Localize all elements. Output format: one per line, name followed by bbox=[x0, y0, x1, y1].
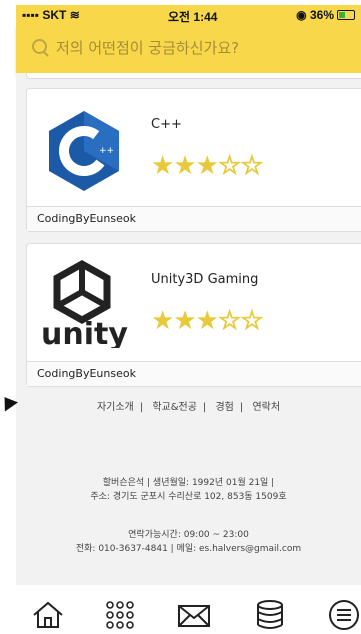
star-filled-icon: ★ bbox=[195, 151, 219, 181]
star-filled-icon: ★ bbox=[173, 306, 196, 336]
card-footer: CodingByEunseok bbox=[27, 206, 361, 231]
card-title: Unity3D Gaming bbox=[151, 272, 259, 287]
battery-icon bbox=[337, 10, 355, 20]
star-filled-icon: ★ bbox=[151, 306, 174, 336]
bottom-tab-bar bbox=[0, 595, 361, 634]
rating-stars: ★★★☆☆ bbox=[151, 306, 264, 337]
star-empty-icon: ☆ bbox=[217, 151, 241, 182]
contact-line: 연락가능시간: 09:00 ~ 23:00 bbox=[128, 530, 249, 540]
carrier-label: ▪▪▪▪ SKT ≋ bbox=[22, 8, 80, 22]
menu-icon[interactable] bbox=[326, 599, 361, 631]
rotation-lock-icon: ◉ bbox=[296, 8, 310, 22]
status-bar: ▪▪▪▪ SKT ≋ 오전 1:44 ◉ 36% bbox=[16, 5, 361, 25]
unity-logo: unity bbox=[41, 259, 128, 348]
card-footer: CodingByEunseok bbox=[27, 361, 361, 386]
skill-card-unity[interactable]: unity Unity3D Gaming ★★★☆☆ CodingByEunse… bbox=[26, 243, 361, 387]
star-empty-icon: ☆ bbox=[240, 151, 264, 182]
search-input[interactable] bbox=[54, 34, 348, 62]
svg-text:++: ++ bbox=[99, 146, 114, 156]
info-line: 주소: 경기도 군포시 수리산로 102, 853동 1509호 bbox=[90, 492, 287, 502]
cpp-logo: ++ bbox=[49, 111, 119, 191]
wifi-icon: ≋ bbox=[69, 8, 80, 22]
clock: 오전 1:44 bbox=[168, 10, 218, 24]
skill-card-cpp[interactable]: ++ C++ ★★★☆☆ CodingByEunseok bbox=[26, 88, 361, 232]
info-line: 할버슨은석 | 생년월일: 1992년 01월 21일 | bbox=[102, 478, 275, 488]
star-filled-icon: ★ bbox=[195, 306, 219, 336]
star-empty-icon: ☆ bbox=[217, 306, 241, 337]
content-list[interactable]: ++ C++ ★★★☆☆ CodingByEunseok unity Unity… bbox=[16, 73, 361, 415]
contact-line: 전화: 010-3637-4841 | 메일: es.halvers@gmail… bbox=[75, 544, 302, 554]
apps-grid-icon[interactable] bbox=[102, 599, 138, 631]
rating-stars: ★★★☆☆ bbox=[151, 151, 264, 182]
card-author: CodingByEunseok bbox=[37, 367, 136, 380]
profile-info: 할버슨은석 | 생년월일: 1992년 01월 21일 | 주소: 경기도 군포… bbox=[16, 476, 361, 504]
card-title: C++ bbox=[151, 117, 182, 132]
star-filled-icon: ★ bbox=[173, 151, 196, 181]
star-filled-icon: ★ bbox=[151, 151, 174, 181]
star-empty-icon: ☆ bbox=[240, 306, 264, 337]
partial-card[interactable] bbox=[26, 73, 361, 79]
mail-icon[interactable] bbox=[176, 599, 212, 631]
card-author: CodingByEunseok bbox=[37, 212, 136, 225]
unity-wordmark: unity bbox=[41, 317, 128, 348]
search-icon bbox=[32, 39, 47, 54]
database-icon[interactable] bbox=[252, 599, 288, 631]
footer-link-school[interactable]: 학교&전공 bbox=[152, 402, 197, 413]
signal-icon: ▪▪▪▪ bbox=[22, 8, 43, 22]
footer-link-experience[interactable]: 경험 bbox=[215, 402, 233, 413]
footer-link-contact[interactable]: 연락처 bbox=[252, 402, 280, 413]
footer-link-about[interactable]: 자기소개 bbox=[97, 402, 134, 413]
battery-status: ◉ 36% bbox=[296, 8, 355, 22]
contact-info: 연락가능시간: 09:00 ~ 23:00 전화: 010-3637-4841 … bbox=[16, 528, 361, 556]
footer-nav: 자기소개 | 학교&전공 | 경험 | 연락처 bbox=[96, 402, 281, 413]
search-bar[interactable] bbox=[16, 25, 361, 73]
home-icon[interactable] bbox=[30, 599, 66, 631]
